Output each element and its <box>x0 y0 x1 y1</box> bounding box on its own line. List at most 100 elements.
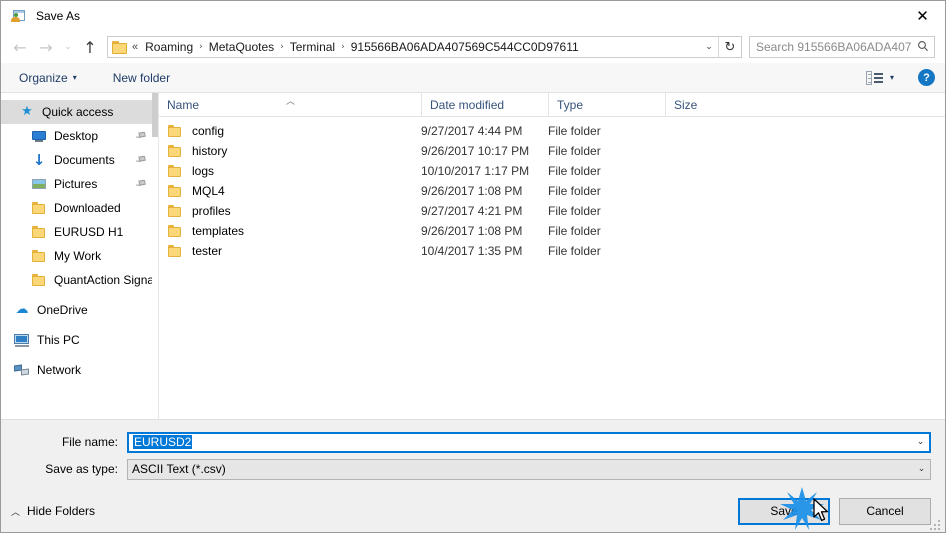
save-form: File name: EURUSD2 ⌄ Save as type: ASCII… <box>1 419 945 490</box>
sidebar-item-eurusd-h1[interactable]: EURUSD H1 <box>1 220 158 244</box>
sidebar-item-pictures[interactable]: Pictures <box>1 172 158 196</box>
chevron-right-icon: › <box>199 42 203 52</box>
table-row[interactable]: tester 10/4/2017 1:35 PM File folder <box>159 241 945 261</box>
chevron-right-icon: › <box>341 42 345 52</box>
hide-folders-button[interactable]: ︿ Hide Folders <box>11 504 95 518</box>
column-headers: Name Date modified Type Size ︿ <box>159 93 945 117</box>
folder-icon <box>167 163 183 179</box>
refresh-icon[interactable]: ↻ <box>719 37 741 57</box>
table-row[interactable]: templates 9/26/2017 1:08 PM File folder <box>159 221 945 241</box>
breadcrumb-item-metaquotes[interactable]: MetaQuotes <box>206 40 277 54</box>
folder-icon <box>167 203 183 219</box>
file-name-label: history <box>192 144 228 158</box>
scrollbar-thumb[interactable] <box>152 93 158 137</box>
column-header-type[interactable]: Type <box>548 93 665 116</box>
table-row[interactable]: config 9/27/2017 4:44 PM File folder <box>159 121 945 141</box>
footer-buttons: Save Cancel <box>738 497 931 525</box>
file-name-input[interactable]: EURUSD2 ⌄ <box>127 431 931 453</box>
sidebar-item-label: My Work <box>54 249 102 263</box>
type-cell: File folder <box>548 204 601 218</box>
hide-folders-label: Hide Folders <box>27 504 96 518</box>
sidebar-item-quantaction-signal[interactable]: QuantAction Signal <box>1 268 158 292</box>
sidebar-item-label: Pictures <box>54 177 98 191</box>
breadcrumb-item-roaming[interactable]: Roaming <box>142 40 196 54</box>
table-row[interactable]: MQL4 9/26/2017 1:08 PM File folder <box>159 181 945 201</box>
save-as-type-row: Save as type: ASCII Text (*.csv) ⌄ <box>1 457 945 481</box>
navigation-bar: ← → ⌄ ↑ « Roaming › MetaQuotes › Termina… <box>1 31 945 63</box>
new-folder-label: New folder <box>112 70 171 85</box>
save-as-type-value: ASCII Text (*.csv) <box>132 462 226 476</box>
date-modified-cell: 9/26/2017 1:08 PM <box>421 184 523 198</box>
cancel-button[interactable]: Cancel <box>839 497 931 525</box>
save-as-type-label: Save as type: <box>45 462 118 476</box>
folder-icon <box>112 40 128 54</box>
sidebar-item-quick-access[interactable]: ★ Quick access <box>1 100 158 124</box>
sidebar-item-label: OneDrive <box>37 303 88 317</box>
file-name-label: File name: <box>61 435 118 449</box>
close-icon[interactable]: ✕ <box>900 1 945 30</box>
desktop-icon <box>31 128 47 144</box>
file-name-cell: history <box>159 143 421 159</box>
sidebar-item-label: Downloaded <box>54 201 121 215</box>
file-name-cell: templates <box>159 223 421 239</box>
help-icon[interactable]: ? <box>918 69 935 86</box>
folder-icon <box>167 183 183 199</box>
sidebar-item-documents[interactable]: ↓ Documents <box>1 148 158 172</box>
file-name-cell: logs <box>159 163 421 179</box>
search-input[interactable]: Search 915566BA06ADA40756... <box>749 36 935 58</box>
table-row[interactable]: profiles 9/27/2017 4:21 PM File folder <box>159 201 945 221</box>
file-rows: config 9/27/2017 4:44 PM File folder his… <box>159 117 945 419</box>
sidebar-item-downloaded[interactable]: Downloaded <box>1 196 158 220</box>
sidebar-item-network[interactable]: Network <box>1 358 158 382</box>
pin-icon <box>135 177 148 190</box>
breadcrumb-overflow[interactable]: « <box>130 41 142 53</box>
chevron-up-icon: ︿ <box>11 507 21 518</box>
pin-icon <box>135 153 148 166</box>
cloud-icon: ☁ <box>15 302 29 317</box>
column-header-date-modified[interactable]: Date modified <box>421 93 548 116</box>
search-icon <box>912 40 934 55</box>
resize-grip[interactable] <box>930 518 942 530</box>
new-folder-button[interactable]: New folder <box>109 67 174 89</box>
file-name-label: templates <box>192 224 245 238</box>
folder-icon <box>31 200 47 216</box>
file-name-row: File name: EURUSD2 ⌄ <box>1 430 945 454</box>
column-header-size[interactable]: Size <box>665 93 743 116</box>
sidebar-item-onedrive[interactable]: ☁ OneDrive <box>1 298 158 322</box>
folder-icon <box>167 123 183 139</box>
chevron-right-icon: › <box>280 42 284 52</box>
save-button[interactable]: Save <box>738 497 830 525</box>
address-bar[interactable]: « Roaming › MetaQuotes › Terminal › 9155… <box>107 36 742 58</box>
sidebar-item-label: Desktop <box>54 129 99 143</box>
date-modified-cell: 9/27/2017 4:21 PM <box>421 204 523 218</box>
chevron-down-icon[interactable]: ▾ <box>890 73 894 82</box>
save-as-type-select[interactable]: ASCII Text (*.csv) ⌄ <box>127 458 931 480</box>
table-row[interactable]: history 9/26/2017 10:17 PM File folder <box>159 141 945 161</box>
folder-icon <box>31 248 47 264</box>
back-button[interactable]: ← <box>7 34 33 60</box>
table-row[interactable]: logs 10/10/2017 1:17 PM File folder <box>159 161 945 181</box>
sidebar-item-this-pc[interactable]: This PC <box>1 328 158 352</box>
up-button[interactable]: ↑ <box>77 34 103 60</box>
file-name-label: logs <box>192 164 215 178</box>
date-modified-cell: 9/27/2017 4:44 PM <box>421 124 523 138</box>
forward-button[interactable]: → <box>33 34 59 60</box>
folder-icon <box>31 272 47 288</box>
chevron-down-icon[interactable]: ⌄ <box>700 37 718 57</box>
organize-button[interactable]: Organize ▾ <box>15 67 81 89</box>
date-modified-cell: 9/26/2017 10:17 PM <box>421 144 530 158</box>
chevron-down-icon[interactable]: ⌄ <box>913 464 930 474</box>
chevron-down-icon[interactable]: ⌄ <box>912 437 929 447</box>
sidebar-item-desktop[interactable]: Desktop <box>1 124 158 148</box>
recent-locations-button[interactable]: ⌄ <box>59 34 77 60</box>
file-name-value: EURUSD2 <box>129 435 912 449</box>
organize-label: Organize <box>19 70 68 85</box>
sidebar-scrollbar[interactable] <box>152 93 158 419</box>
file-list-pane: Name Date modified Type Size ︿ config 9/… <box>158 93 945 419</box>
view-options-icon[interactable] <box>865 70 884 85</box>
sort-ascending-icon: ︿ <box>286 97 296 107</box>
breadcrumb-item-terminal[interactable]: Terminal <box>287 40 338 54</box>
type-cell: File folder <box>548 164 601 178</box>
sidebar-item-my-work[interactable]: My Work <box>1 244 158 268</box>
breadcrumb-item-terminal-id[interactable]: 915566BA06ADA407569C544CC0D97611 <box>348 40 582 54</box>
